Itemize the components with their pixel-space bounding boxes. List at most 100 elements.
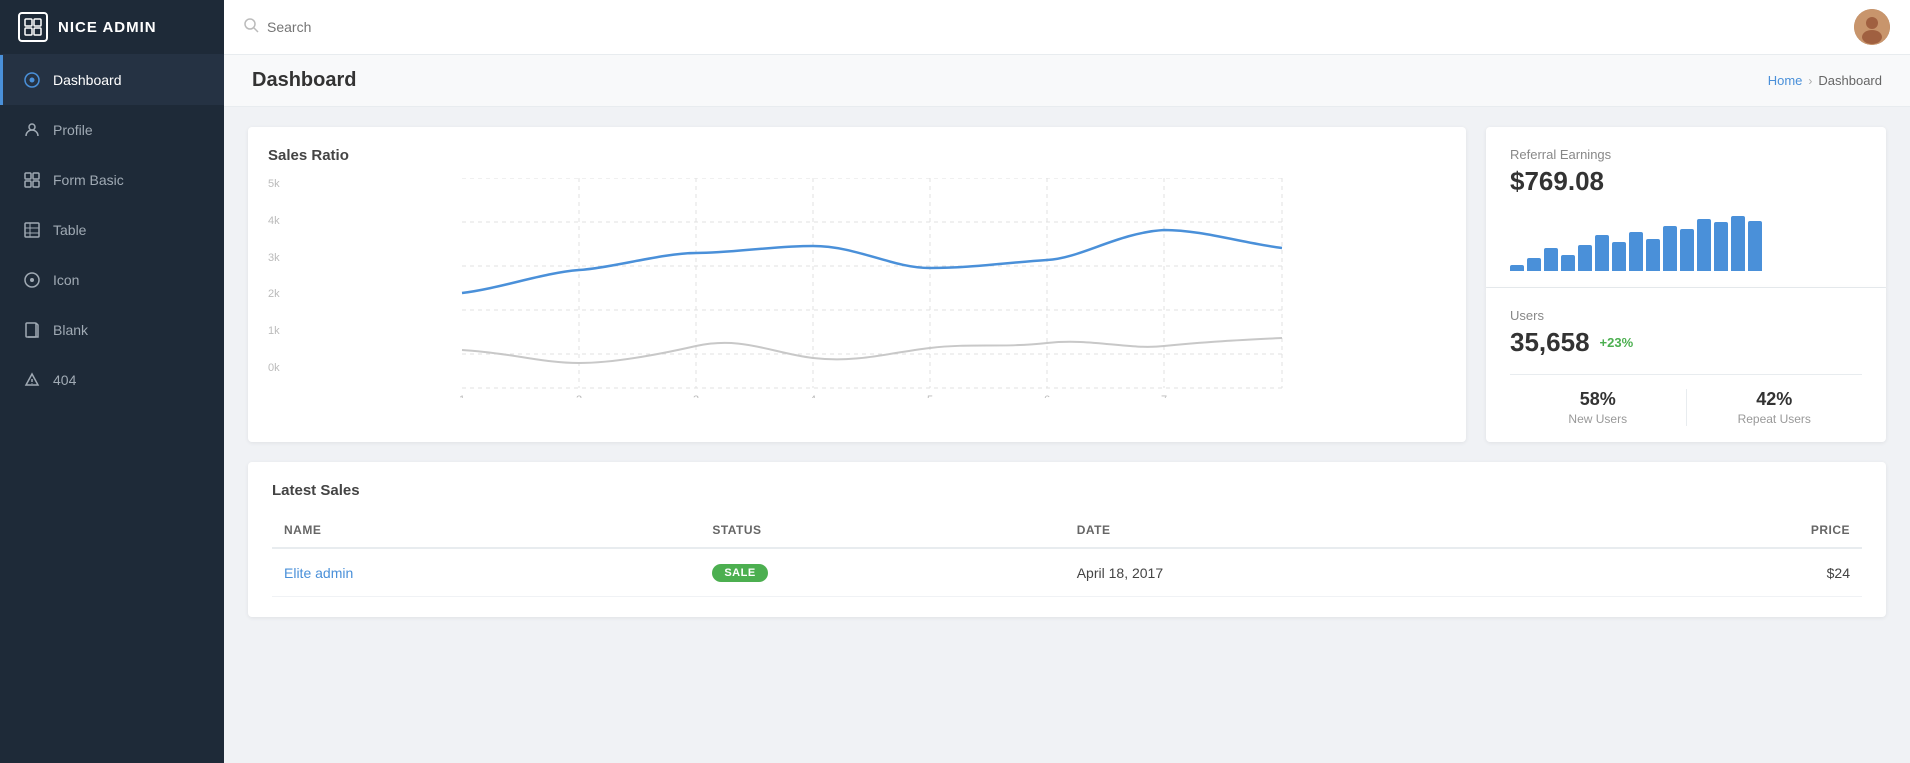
users-count-row: 35,658 +23% — [1510, 327, 1862, 358]
repeat-users-item: 42% Repeat Users — [1686, 389, 1863, 426]
bar-chart-bar — [1629, 232, 1643, 271]
bar-chart-bar — [1595, 235, 1609, 271]
svg-text:5: 5 — [927, 394, 933, 398]
main-area: Dashboard Home › Dashboard Sales Ratio 0… — [224, 0, 1910, 763]
latest-sales-card: Latest Sales NAME STATUS DATE PRICE Elit… — [248, 462, 1886, 617]
page-header: Dashboard Home › Dashboard — [224, 55, 1910, 107]
sale-name-cell: Elite admin — [272, 548, 700, 597]
chart-y-labels: 0k 1k 2k 3k 4k 5k — [268, 178, 298, 374]
sidebar-nav: Dashboard Profile Form Basic — [0, 55, 224, 405]
users-label: Users — [1510, 308, 1862, 323]
dashboard-body: Sales Ratio 0k 1k 2k 3k 4k 5k — [224, 107, 1910, 637]
sale-name-link[interactable]: Elite admin — [284, 565, 353, 581]
icon-icon — [23, 271, 41, 289]
sales-table: NAME STATUS DATE PRICE Elite admin SALE Ap… — [272, 513, 1862, 597]
svg-text:1: 1 — [459, 394, 465, 398]
sale-price-cell: $24 — [1572, 548, 1862, 597]
avatar[interactable] — [1854, 9, 1890, 45]
bar-chart-bar — [1561, 255, 1575, 271]
search-input[interactable] — [267, 19, 467, 35]
status-badge: SALE — [712, 564, 767, 582]
svg-text:7: 7 — [1161, 394, 1167, 398]
breadcrumb-home[interactable]: Home — [1768, 73, 1803, 88]
sidebar-item-dashboard[interactable]: Dashboard — [0, 55, 224, 105]
sales-chart: .grid-line { stroke: #e0e0e0; stroke-wid… — [298, 178, 1446, 398]
sidebar-dashboard-label: Dashboard — [53, 72, 122, 88]
breadcrumb-separator: › — [1808, 74, 1812, 88]
bar-chart-bar — [1544, 248, 1558, 271]
sidebar-item-form-basic[interactable]: Form Basic — [0, 155, 224, 205]
bar-chart-bar — [1731, 216, 1745, 271]
new-users-pct: 58% — [1510, 389, 1686, 410]
repeat-users-pct: 42% — [1687, 389, 1863, 410]
sidebar-404-label: 404 — [53, 372, 76, 388]
blank-icon — [23, 321, 41, 339]
sales-table-body: Elite admin SALE April 18, 2017$24 — [272, 548, 1862, 597]
sales-ratio-card: Sales Ratio 0k 1k 2k 3k 4k 5k — [248, 127, 1466, 442]
sidebar-icon-label: Icon — [53, 272, 79, 288]
dashboard-icon — [23, 71, 41, 89]
bar-chart-bar — [1646, 239, 1660, 271]
col-name: NAME — [272, 513, 700, 548]
404-icon — [23, 371, 41, 389]
content: Dashboard Home › Dashboard Sales Ratio 0… — [224, 55, 1910, 763]
users-change: +23% — [1600, 335, 1634, 350]
bar-chart-bar — [1510, 265, 1524, 271]
main-row: Sales Ratio 0k 1k 2k 3k 4k 5k — [248, 127, 1886, 442]
sales-table-head: NAME STATUS DATE PRICE — [272, 513, 1862, 548]
sidebar-item-profile[interactable]: Profile — [0, 105, 224, 155]
search-area — [244, 18, 1854, 37]
bar-chart-bar — [1697, 219, 1711, 271]
col-price: PRICE — [1572, 513, 1862, 548]
sale-date-cell: April 18, 2017 — [1065, 548, 1572, 597]
sidebar-blank-label: Blank — [53, 322, 88, 338]
side-cards: Referral Earnings $769.08 Users 35,658 +… — [1486, 127, 1886, 442]
logo-area: NICE ADMIN — [0, 0, 224, 55]
profile-icon — [23, 121, 41, 139]
table-icon — [23, 221, 41, 239]
bar-chart-bar — [1527, 258, 1541, 271]
topbar — [224, 0, 1910, 55]
sidebar-table-label: Table — [53, 222, 86, 238]
bar-chart-bar — [1714, 222, 1728, 271]
col-status: STATUS — [700, 513, 1064, 548]
bar-chart-bar — [1578, 245, 1592, 271]
sidebar-profile-label: Profile — [53, 122, 93, 138]
breadcrumb-current: Dashboard — [1818, 73, 1882, 88]
logo-icon — [18, 12, 48, 42]
referral-earnings-label: Referral Earnings — [1510, 147, 1862, 162]
search-icon — [244, 18, 259, 37]
form-basic-icon — [23, 171, 41, 189]
table-row: Elite admin SALE April 18, 2017$24 — [272, 548, 1862, 597]
breadcrumb: Home › Dashboard — [1768, 73, 1882, 88]
sidebar-form-basic-label: Form Basic — [53, 172, 124, 188]
col-date: DATE — [1065, 513, 1572, 548]
sidebar-item-blank[interactable]: Blank — [0, 305, 224, 355]
latest-sales-title: Latest Sales — [272, 482, 1862, 499]
sidebar-item-icon[interactable]: Icon — [0, 255, 224, 305]
app-name: NICE ADMIN — [58, 19, 157, 36]
users-card: Users 35,658 +23% 58% New Users 42% — [1486, 288, 1886, 442]
sidebar-item-table[interactable]: Table — [0, 205, 224, 255]
svg-text:4: 4 — [810, 394, 816, 398]
page-title: Dashboard — [252, 69, 356, 92]
referral-earnings-amount: $769.08 — [1510, 166, 1862, 197]
new-users-label: New Users — [1510, 412, 1686, 426]
sale-status-cell: SALE — [700, 548, 1064, 597]
svg-text:3: 3 — [693, 394, 699, 398]
users-count: 35,658 — [1510, 327, 1590, 358]
sidebar: NICE ADMIN Dashboard Profile — [0, 0, 224, 763]
new-users-item: 58% New Users — [1510, 389, 1686, 426]
bar-chart-bar — [1748, 221, 1762, 271]
bar-chart-bar — [1612, 242, 1626, 271]
svg-text:2: 2 — [576, 394, 582, 398]
avatar-image — [1854, 9, 1890, 45]
sidebar-item-404[interactable]: 404 — [0, 355, 224, 405]
referral-bar-chart — [1510, 211, 1862, 271]
bar-chart-bar — [1663, 226, 1677, 271]
users-split: 58% New Users 42% Repeat Users — [1510, 374, 1862, 426]
svg-text:6: 6 — [1044, 394, 1050, 398]
referral-earnings-card: Referral Earnings $769.08 — [1486, 127, 1886, 288]
bar-chart-bar — [1680, 229, 1694, 271]
repeat-users-label: Repeat Users — [1687, 412, 1863, 426]
